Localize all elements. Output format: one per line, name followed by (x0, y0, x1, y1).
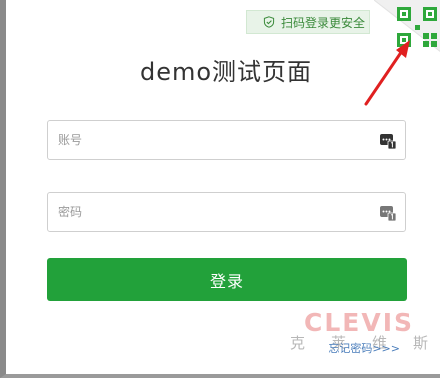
login-button[interactable]: 登录 (47, 258, 407, 301)
password-keypad-icon[interactable] (379, 204, 397, 222)
forgot-password-link[interactable]: 忘记密码>>> (328, 340, 400, 356)
scan-login-tip-label: 扫码登录更安全 (281, 15, 366, 30)
password-input[interactable] (48, 193, 378, 231)
account-field[interactable] (47, 120, 406, 160)
password-keypad-icon[interactable] (379, 132, 397, 150)
login-panel: 扫码登录更安全 demo测试页面 账号 登录 CLEVIS 克 莱 维 斯 忘记… (0, 0, 440, 378)
password-field[interactable] (47, 192, 406, 232)
watermark-char: 斯 (412, 334, 428, 352)
watermark-char: 克 (290, 334, 306, 352)
scan-login-tip[interactable]: 扫码登录更安全 (246, 10, 370, 34)
account-input[interactable] (48, 121, 378, 159)
shield-check-icon (263, 16, 275, 28)
page-title: demo测试页面 (139, 58, 313, 86)
